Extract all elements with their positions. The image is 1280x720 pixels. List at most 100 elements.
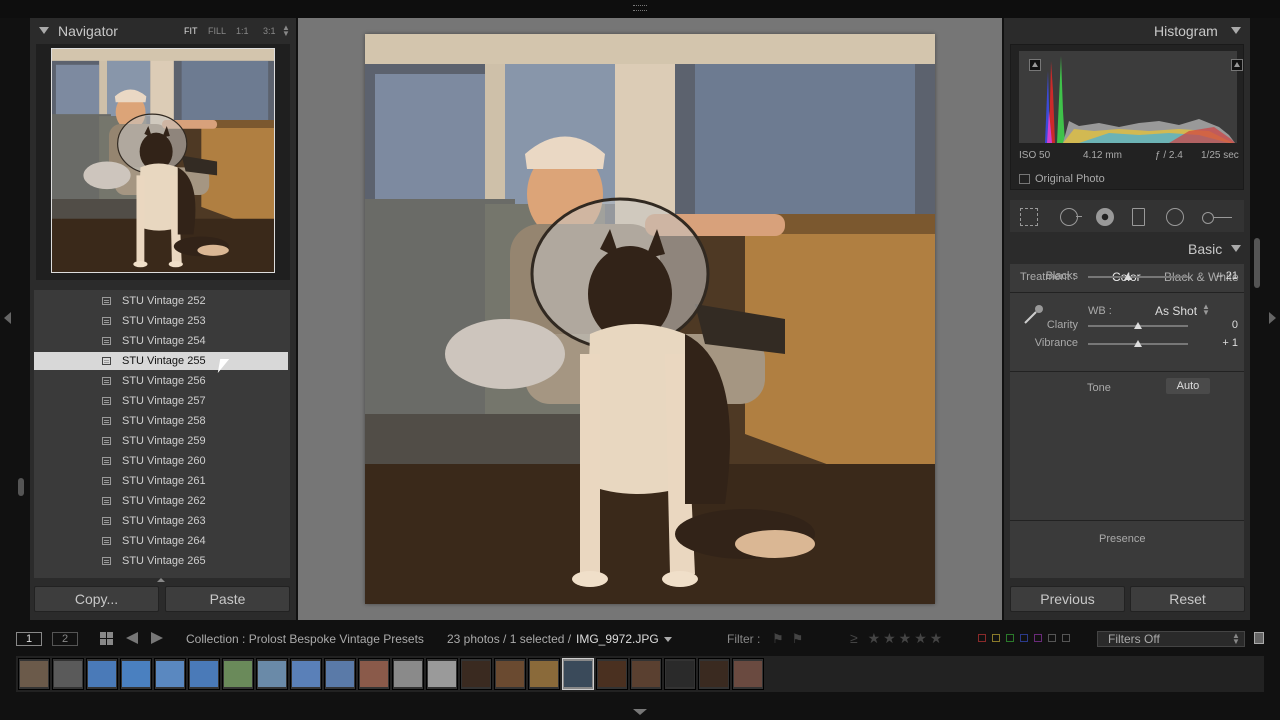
filmstrip-thumbnail[interactable] bbox=[596, 658, 628, 690]
green-label-swatch[interactable] bbox=[1006, 634, 1014, 642]
preset-item[interactable]: STU Vintage 265 bbox=[34, 552, 288, 570]
thumbnail-image bbox=[462, 661, 490, 687]
reset-button[interactable]: Reset bbox=[1130, 586, 1245, 612]
no-label-swatch[interactable] bbox=[1062, 634, 1070, 642]
filmstrip-thumbnail[interactable] bbox=[290, 658, 322, 690]
filters-dropdown-stepper-icon[interactable]: ▲ ▼ bbox=[1232, 632, 1240, 646]
zoom-stepper-icon[interactable]: ▲ ▼ bbox=[282, 24, 290, 38]
crop-tool-icon[interactable] bbox=[1020, 208, 1038, 226]
zoom-fit[interactable]: FIT bbox=[184, 26, 198, 36]
clarity-value[interactable]: 0 bbox=[1198, 319, 1238, 331]
filmstrip-thumbnail[interactable] bbox=[664, 658, 696, 690]
auto-tone-button[interactable]: Auto bbox=[1166, 378, 1210, 394]
collapse-triangle-icon[interactable] bbox=[1231, 245, 1241, 252]
zoom-fill[interactable]: FILL bbox=[208, 26, 226, 36]
filmstrip-thumbnail[interactable] bbox=[120, 658, 152, 690]
preset-item[interactable]: STU Vintage 257 bbox=[34, 392, 288, 410]
filmstrip-thumbnail[interactable] bbox=[18, 658, 50, 690]
zoom-3to1[interactable]: 3:1 bbox=[263, 26, 276, 36]
filmstrip-thumbnail[interactable] bbox=[52, 658, 84, 690]
clarity-slider-knob[interactable] bbox=[1134, 322, 1142, 329]
preset-item[interactable]: STU Vintage 259 bbox=[34, 432, 288, 450]
blue-label-swatch[interactable] bbox=[1020, 634, 1028, 642]
filmstrip-thumbnail[interactable] bbox=[324, 658, 356, 690]
preset-item[interactable]: STU Vintage 252 bbox=[34, 292, 288, 310]
filmstrip-thumbnail[interactable] bbox=[86, 658, 118, 690]
filmstrip-thumbnail[interactable] bbox=[154, 658, 186, 690]
paste-button[interactable]: Paste bbox=[165, 586, 290, 612]
secondary-screen-button[interactable]: 2 bbox=[52, 632, 78, 646]
red-label-swatch[interactable] bbox=[978, 634, 986, 642]
radial-filter-icon[interactable] bbox=[1166, 208, 1184, 226]
preset-item[interactable]: STU Vintage 254 bbox=[34, 332, 288, 350]
right-panel-toggle-icon[interactable] bbox=[1269, 312, 1276, 324]
filmstrip-thumbnail[interactable] bbox=[392, 658, 424, 690]
filmstrip-thumbnail[interactable] bbox=[426, 658, 458, 690]
navigator-header[interactable]: Navigator FIT FILL 1:1 3:1 ▲ ▼ bbox=[30, 18, 296, 44]
flag-filter-icons[interactable]: ⚑⚑ bbox=[772, 631, 811, 647]
histogram-title[interactable]: Histogram bbox=[1154, 23, 1218, 39]
collection-breadcrumb[interactable]: Collection : Prolost Bespoke Vintage Pre… bbox=[186, 632, 424, 646]
filename-dropdown-icon[interactable] bbox=[664, 637, 672, 642]
preset-item[interactable]: STU Vintage 263 bbox=[34, 512, 288, 530]
spot-removal-icon[interactable] bbox=[1060, 208, 1082, 226]
grid-view-icon[interactable] bbox=[100, 632, 113, 645]
blacks-slider-knob[interactable] bbox=[1124, 273, 1132, 280]
filmstrip-thumbnail[interactable] bbox=[494, 658, 526, 690]
main-photo[interactable] bbox=[365, 34, 935, 604]
blacks-value[interactable]: – 21 bbox=[1198, 270, 1238, 282]
filmstrip-thumbnail[interactable] bbox=[460, 658, 492, 690]
filmstrip-thumbnail[interactable] bbox=[698, 658, 730, 690]
forward-arrow-icon[interactable] bbox=[151, 632, 163, 644]
vibrance-slider-knob[interactable] bbox=[1134, 340, 1142, 347]
purple-label-swatch[interactable] bbox=[1034, 634, 1042, 642]
primary-screen-button[interactable]: 1 bbox=[16, 632, 42, 646]
resize-grip-icon[interactable] bbox=[157, 578, 165, 582]
yellow-label-swatch[interactable] bbox=[992, 634, 1000, 642]
preset-item[interactable]: STU Vintage 262 bbox=[34, 492, 288, 510]
histogram-graph[interactable] bbox=[1019, 51, 1243, 143]
preset-item[interactable]: STU Vintage 261 bbox=[34, 472, 288, 490]
current-filename[interactable]: IMG_9972.JPG bbox=[576, 632, 659, 646]
filters-dropdown[interactable]: Filters Off bbox=[1097, 631, 1245, 647]
preset-item[interactable]: STU Vintage 260 bbox=[34, 452, 288, 470]
right-scrollbar[interactable] bbox=[1254, 238, 1260, 288]
collapse-triangle-icon[interactable] bbox=[39, 27, 49, 34]
previous-button[interactable]: Previous bbox=[1010, 586, 1125, 612]
vibrance-value[interactable]: + 1 bbox=[1198, 337, 1238, 349]
filmstrip-thumbnail[interactable] bbox=[358, 658, 390, 690]
preset-item[interactable]: STU Vintage 264 bbox=[34, 532, 288, 550]
filmstrip-thumbnail[interactable] bbox=[528, 658, 560, 690]
filmstrip-thumbnail[interactable] bbox=[222, 658, 254, 690]
shadow-clipping-icon[interactable] bbox=[1029, 59, 1041, 71]
filmstrip-thumbnail[interactable] bbox=[256, 658, 288, 690]
copy-button[interactable]: Copy... bbox=[34, 586, 159, 612]
zoom-1to1[interactable]: 1:1 bbox=[236, 26, 249, 36]
preset-item[interactable]: STU Vintage 253 bbox=[34, 312, 288, 330]
blacks-slider[interactable] bbox=[1088, 276, 1188, 278]
left-scrollbar[interactable] bbox=[18, 478, 24, 496]
preset-item[interactable]: STU Vintage 258 bbox=[34, 412, 288, 430]
filmstrip-thumbnail[interactable] bbox=[732, 658, 764, 690]
left-panel-toggle-icon[interactable] bbox=[4, 312, 11, 324]
original-photo-checkbox[interactable] bbox=[1019, 174, 1030, 184]
preset-item[interactable]: STU Vintage 255 bbox=[34, 352, 288, 370]
filter-lock-icon[interactable] bbox=[1254, 632, 1264, 644]
custom-label-swatch[interactable] bbox=[1048, 634, 1056, 642]
back-arrow-icon[interactable] bbox=[126, 632, 138, 644]
collapse-triangle-icon[interactable] bbox=[1231, 27, 1241, 34]
basic-title[interactable]: Basic bbox=[1188, 241, 1222, 257]
highlight-clipping-icon[interactable] bbox=[1231, 59, 1243, 71]
filmstrip-thumbnail[interactable] bbox=[188, 658, 220, 690]
preset-item[interactable]: STU Vintage 256 bbox=[34, 372, 288, 390]
bottom-panel-toggle-icon[interactable] bbox=[633, 709, 647, 715]
filmstrip-thumbnail[interactable] bbox=[562, 658, 594, 690]
rating-filter-stars[interactable]: ≥ ★★★★★ bbox=[850, 630, 945, 647]
top-panel-toggle[interactable] bbox=[0, 0, 1280, 18]
navigator-preview[interactable] bbox=[51, 48, 275, 273]
filmstrip-thumbnail[interactable] bbox=[630, 658, 662, 690]
red-eye-icon[interactable] bbox=[1096, 208, 1114, 226]
adjustment-brush-icon[interactable] bbox=[1202, 212, 1232, 224]
graduated-filter-icon[interactable] bbox=[1132, 208, 1145, 226]
color-label-filter[interactable] bbox=[978, 634, 1078, 644]
